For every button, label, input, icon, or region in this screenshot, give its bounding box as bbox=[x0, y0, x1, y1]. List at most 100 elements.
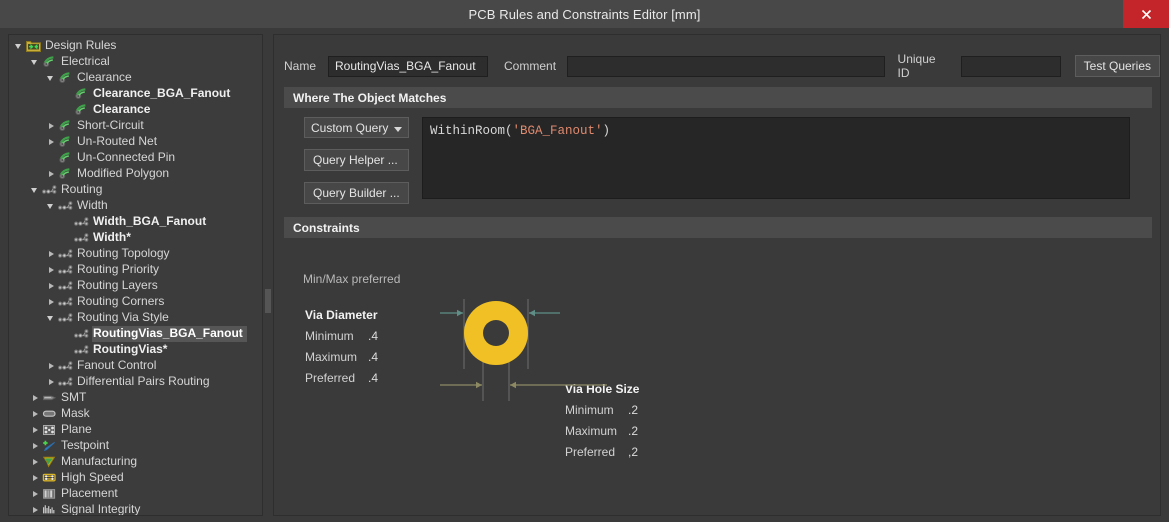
chevron-right-icon[interactable] bbox=[30, 438, 42, 454]
tree-item-label: Width_BGA_Fanout bbox=[93, 214, 207, 228]
tree-item-label: Plane bbox=[61, 422, 92, 436]
tree-item-routing-layers[interactable]: Routing Layers bbox=[9, 278, 262, 294]
tree-item-mask[interactable]: Mask bbox=[9, 406, 262, 422]
manufacturing-icon bbox=[42, 455, 57, 469]
query-helper-button[interactable]: Query Helper ... bbox=[304, 149, 409, 171]
tree-item-routing[interactable]: Routing bbox=[9, 182, 262, 198]
query-builder-button[interactable]: Query Builder ... bbox=[304, 182, 409, 204]
chevron-down-icon[interactable] bbox=[30, 182, 42, 198]
tree-item-design-rules[interactable]: Design Rules bbox=[9, 38, 262, 54]
tree-item-label: Clearance bbox=[77, 70, 132, 84]
tree-item-label: Signal Integrity bbox=[61, 502, 141, 516]
chevron-right-icon[interactable] bbox=[46, 166, 58, 182]
window-title-bar: PCB Rules and Constraints Editor [mm] bbox=[0, 0, 1169, 28]
chevron-right-icon[interactable] bbox=[46, 294, 58, 310]
via-diameter-maximum-value[interactable]: .4 bbox=[368, 350, 378, 364]
tree-item-routing-topology[interactable]: Routing Topology bbox=[9, 246, 262, 262]
via-hole-maximum-label: Maximum bbox=[565, 424, 618, 438]
chevron-right-icon[interactable] bbox=[30, 470, 42, 486]
query-block: Custom Query Query Helper ... Query Buil… bbox=[284, 117, 1152, 205]
plane-icon bbox=[42, 423, 57, 437]
chevron-right-icon[interactable] bbox=[46, 246, 58, 262]
query-tail: ) bbox=[602, 124, 611, 138]
chevron-right-icon[interactable] bbox=[30, 422, 42, 438]
via-diameter-maximum-row: Maximum .4 bbox=[305, 350, 435, 364]
tree-item-routing-corners[interactable]: Routing Corners bbox=[9, 294, 262, 310]
constraints-header: Constraints bbox=[284, 217, 1152, 238]
tree-item-width[interactable]: Width bbox=[9, 198, 262, 214]
tree-item-testpoint[interactable]: Testpoint bbox=[9, 438, 262, 454]
chevron-right-icon[interactable] bbox=[46, 118, 58, 134]
design-rules-tree[interactable]: Design Rules Electrical Clearance Clearance… bbox=[9, 35, 262, 516]
tree-item-fanout-control[interactable]: Fanout Control bbox=[9, 358, 262, 374]
tree-item-routingvias-bga-fanout[interactable]: RoutingVias_BGA_Fanout bbox=[9, 326, 262, 342]
via-diameter-minimum-value[interactable]: .4 bbox=[368, 329, 378, 343]
tree-item-smt[interactable]: SMT bbox=[9, 390, 262, 406]
close-button[interactable] bbox=[1123, 0, 1169, 28]
chevron-right-icon[interactable] bbox=[46, 262, 58, 278]
tree-item-routingvias[interactable]: RoutingVias* bbox=[9, 342, 262, 358]
test-queries-button[interactable]: Test Queries bbox=[1074, 55, 1160, 77]
electrical-icon bbox=[42, 55, 57, 69]
tree-item-width[interactable]: Width* bbox=[9, 230, 262, 246]
tree-item-high-speed[interactable]: High Speed bbox=[9, 470, 262, 486]
routing-icon bbox=[58, 375, 73, 389]
comment-input[interactable] bbox=[567, 55, 885, 77]
name-input[interactable] bbox=[328, 55, 489, 77]
tree-item-placement[interactable]: Placement bbox=[9, 486, 262, 502]
chevron-down-icon[interactable] bbox=[30, 54, 42, 70]
chevron-right-icon[interactable] bbox=[30, 454, 42, 470]
tree-item-routing-priority[interactable]: Routing Priority bbox=[9, 262, 262, 278]
chevron-down-icon[interactable] bbox=[46, 198, 58, 214]
chevron-right-icon[interactable] bbox=[30, 486, 42, 502]
query-editor[interactable]: WithinRoom('BGA_Fanout') bbox=[422, 117, 1130, 199]
via-diameter-preferred-value[interactable]: .4 bbox=[368, 371, 378, 385]
tree-item-signal-integrity[interactable]: Signal Integrity bbox=[9, 502, 262, 516]
via-hole-preferred-label: Preferred bbox=[565, 445, 616, 459]
tree-item-un-connected-pin[interactable]: Un-Connected Pin bbox=[9, 150, 262, 166]
chevron-right-icon[interactable] bbox=[30, 406, 42, 422]
chevron-down-icon bbox=[394, 127, 402, 132]
hole-arrowhead-right bbox=[510, 381, 516, 389]
splitter-grip[interactable] bbox=[265, 289, 271, 313]
chevron-down-icon[interactable] bbox=[46, 70, 58, 86]
placement-icon bbox=[42, 487, 57, 501]
chevron-right-icon[interactable] bbox=[46, 374, 58, 390]
tree-item-modified-polygon[interactable]: Modified Polygon bbox=[9, 166, 262, 182]
panel-splitter[interactable] bbox=[265, 34, 271, 516]
tree-item-width-bga-fanout[interactable]: Width_BGA_Fanout bbox=[9, 214, 262, 230]
tree-item-manufacturing[interactable]: Manufacturing bbox=[9, 454, 262, 470]
tree-item-routing-via-style[interactable]: Routing Via Style bbox=[9, 310, 262, 326]
chevron-right-icon[interactable] bbox=[46, 358, 58, 374]
tree-item-clearance[interactable]: Clearance bbox=[9, 102, 262, 118]
tree-item-label: Width* bbox=[93, 230, 131, 244]
tree-item-un-routed-net[interactable]: Un-Routed Net bbox=[9, 134, 262, 150]
chevron-right-icon[interactable] bbox=[30, 502, 42, 515]
tree-item-clearance-bga-fanout[interactable]: Clearance_BGA_Fanout bbox=[9, 86, 262, 102]
tree-item-electrical[interactable]: Electrical bbox=[9, 54, 262, 70]
tree-item-label: RoutingVias_BGA_Fanout bbox=[92, 326, 247, 342]
chevron-down-icon[interactable] bbox=[46, 310, 58, 326]
query-fn: WithinRoom( bbox=[430, 124, 513, 138]
design-rules-tree-panel[interactable]: Design Rules Electrical Clearance Clearance… bbox=[8, 34, 263, 516]
query-type-select[interactable]: Custom Query bbox=[304, 117, 409, 138]
chevron-right-icon[interactable] bbox=[46, 134, 58, 150]
tree-item-clearance[interactable]: Clearance bbox=[9, 70, 262, 86]
mask-icon bbox=[42, 407, 57, 421]
via-diagram bbox=[434, 291, 654, 416]
via-hole-preferred-value[interactable]: ,2 bbox=[628, 445, 638, 459]
tree-item-differential-pairs-routing[interactable]: Differential Pairs Routing bbox=[9, 374, 262, 390]
chevron-right-icon[interactable] bbox=[46, 278, 58, 294]
chevron-right-icon[interactable] bbox=[30, 390, 42, 406]
tree-item-plane[interactable]: Plane bbox=[9, 422, 262, 438]
chevron-down-icon[interactable] bbox=[14, 38, 26, 54]
routing-icon bbox=[58, 263, 73, 277]
tree-item-label: Routing bbox=[61, 182, 103, 196]
via-hole-maximum-value[interactable]: .2 bbox=[628, 424, 638, 438]
unique-id-label: Unique ID bbox=[897, 52, 936, 80]
tree-item-short-circuit[interactable]: Short-Circuit bbox=[9, 118, 262, 134]
unique-id-input[interactable] bbox=[960, 55, 1061, 77]
tree-item-label: Clearance bbox=[93, 102, 151, 116]
